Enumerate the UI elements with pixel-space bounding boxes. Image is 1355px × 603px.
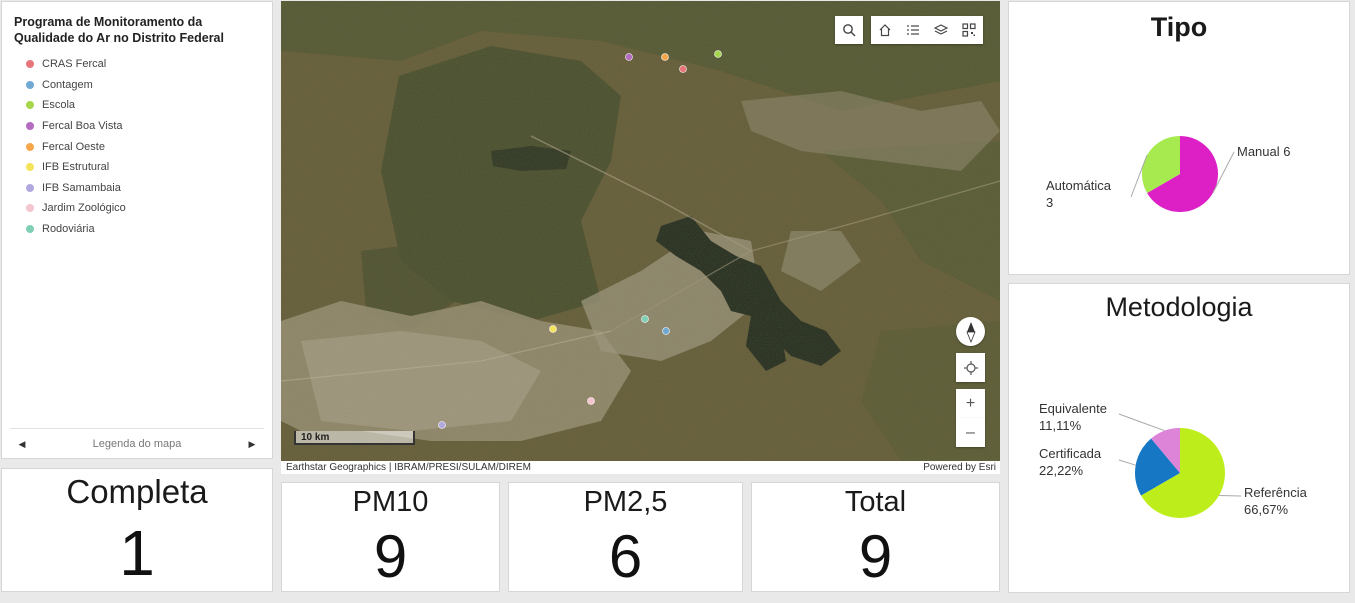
layers-icon[interactable] xyxy=(927,16,955,44)
station-marker[interactable] xyxy=(661,53,669,61)
map-attribution: Earthstar Geographics | IBRAM/PRESI/SULA… xyxy=(281,461,1000,474)
pie-data-label: Equivalente xyxy=(1039,401,1107,416)
pie-data-label: 11,11% xyxy=(1039,418,1082,433)
station-marker[interactable] xyxy=(679,65,687,73)
legend-item: Contagem xyxy=(26,75,126,96)
station-marker[interactable] xyxy=(641,315,649,323)
legend-item-label: CRAS Fercal xyxy=(42,58,107,71)
zoom-in-button[interactable]: + xyxy=(956,389,985,418)
tipo-pie-chart: Manual 6 Automática 3 xyxy=(1046,136,1290,212)
legend-item: CRAS Fercal xyxy=(26,54,126,75)
legend-item-label: IFB Samambaia xyxy=(42,181,121,194)
attribution-text: Earthstar Geographics | IBRAM/PRESI/SULA… xyxy=(286,462,531,473)
pm25-indicator: PM2,5 6 xyxy=(508,482,743,592)
station-marker[interactable] xyxy=(587,397,595,405)
pie-data-label: Referência xyxy=(1244,485,1308,500)
legend-symbol-icon xyxy=(26,80,34,89)
legend-panel: Programa de Monitoramento da Qualidade d… xyxy=(1,1,273,459)
legend-item: IFB Estrutural xyxy=(26,157,126,178)
search-icon[interactable] xyxy=(835,16,863,44)
qr-code-icon[interactable] xyxy=(955,16,983,44)
legend-symbol-icon xyxy=(26,122,34,131)
pie-data-label: 3 xyxy=(1046,195,1053,210)
station-marker[interactable] xyxy=(549,325,557,333)
scale-bar: 10 km xyxy=(294,431,415,445)
compass-icon[interactable] xyxy=(956,317,985,346)
legend-list-icon[interactable] xyxy=(899,16,927,44)
station-marker[interactable] xyxy=(662,327,670,335)
esri-credit[interactable]: Powered by Esri xyxy=(923,461,996,474)
indicator-title: PM10 xyxy=(352,486,429,518)
legend-symbol-icon xyxy=(26,60,34,69)
indicator-value: 1 xyxy=(119,517,155,589)
satellite-map[interactable] xyxy=(281,1,1000,461)
pie-leader-line xyxy=(1118,413,1165,432)
locate-icon[interactable] xyxy=(956,353,985,382)
metodologia-pie-chart: Referência 66,67% Certificada 22,22% Equival… xyxy=(1039,401,1308,518)
legend-symbol-icon xyxy=(26,142,34,151)
legend-symbol-icon xyxy=(26,183,34,192)
search-toolbar xyxy=(835,16,863,44)
legend-item-label: Fercal Oeste xyxy=(42,140,105,153)
legend-symbol-icon xyxy=(26,204,34,213)
legend-item-label: Contagem xyxy=(42,78,93,91)
legend-item: IFB Samambaia xyxy=(26,178,126,199)
pm10-indicator: PM10 9 xyxy=(281,482,500,592)
station-marker[interactable] xyxy=(438,421,446,429)
home-icon[interactable] xyxy=(871,16,899,44)
caret-left-icon[interactable]: ◀ xyxy=(10,439,34,450)
caret-right-icon[interactable]: ▶ xyxy=(240,439,264,450)
zoom-out-button[interactable]: – xyxy=(956,418,985,447)
legend-item-label: IFB Estrutural xyxy=(42,161,110,174)
indicator-title: Total xyxy=(844,486,907,518)
indicator-value: 9 xyxy=(373,523,408,590)
pie-data-label: Certificada xyxy=(1039,446,1102,461)
completa-indicator: Completa 1 xyxy=(1,468,273,592)
legend-item-label: Jardim Zoológico xyxy=(42,202,126,215)
legend-item: Jardim Zoológico xyxy=(26,198,126,219)
indicator-title: PM2,5 xyxy=(583,486,668,518)
legend-symbol-icon xyxy=(26,101,34,110)
total-indicator: Total 9 xyxy=(751,482,1000,592)
tipo-chart-panel: Tipo Manual 6 Automática 3 xyxy=(1008,1,1350,275)
legend-item: Fercal Oeste xyxy=(26,136,126,157)
station-marker[interactable] xyxy=(625,53,633,61)
pie-data-label: 66,67% xyxy=(1244,502,1289,517)
legend-list: CRAS Fercal Contagem Escola Fercal Boa Vist… xyxy=(26,54,126,239)
map-panel: + – 10 km Earthstar Geographics | IBRAM/… xyxy=(281,1,1000,474)
legend-item-label: Rodoviária xyxy=(42,223,95,236)
legend-item: Fercal Boa Vista xyxy=(26,116,126,137)
indicator-value: 9 xyxy=(858,523,893,590)
legend-pager: ◀ Legenda do mapa ▶ xyxy=(10,428,264,459)
indicator-title: Completa xyxy=(66,473,208,510)
legend-item-label: Fercal Boa Vista xyxy=(42,120,123,133)
legend-item: Rodoviária xyxy=(26,219,126,240)
legend-item: Escola xyxy=(26,95,126,116)
station-marker[interactable] xyxy=(714,50,722,58)
pie-leader-line xyxy=(1118,459,1136,466)
pie-data-label: 22,22% xyxy=(1039,463,1084,478)
map-toolbar xyxy=(871,16,983,44)
legend-item-label: Escola xyxy=(42,99,76,112)
legend-symbol-icon xyxy=(26,163,34,172)
metodologia-chart-panel: Metodologia Referência 66,67% Certificada 2… xyxy=(1008,283,1350,593)
pie-data-label: Manual 6 xyxy=(1237,144,1290,159)
legend-symbol-icon xyxy=(26,225,34,234)
pie-data-label: Automática xyxy=(1046,178,1112,193)
indicator-value: 6 xyxy=(608,523,643,590)
legend-pager-label: Legenda do mapa xyxy=(92,438,182,450)
legend-title: Programa de Monitoramento da Qualidade d… xyxy=(14,15,224,45)
